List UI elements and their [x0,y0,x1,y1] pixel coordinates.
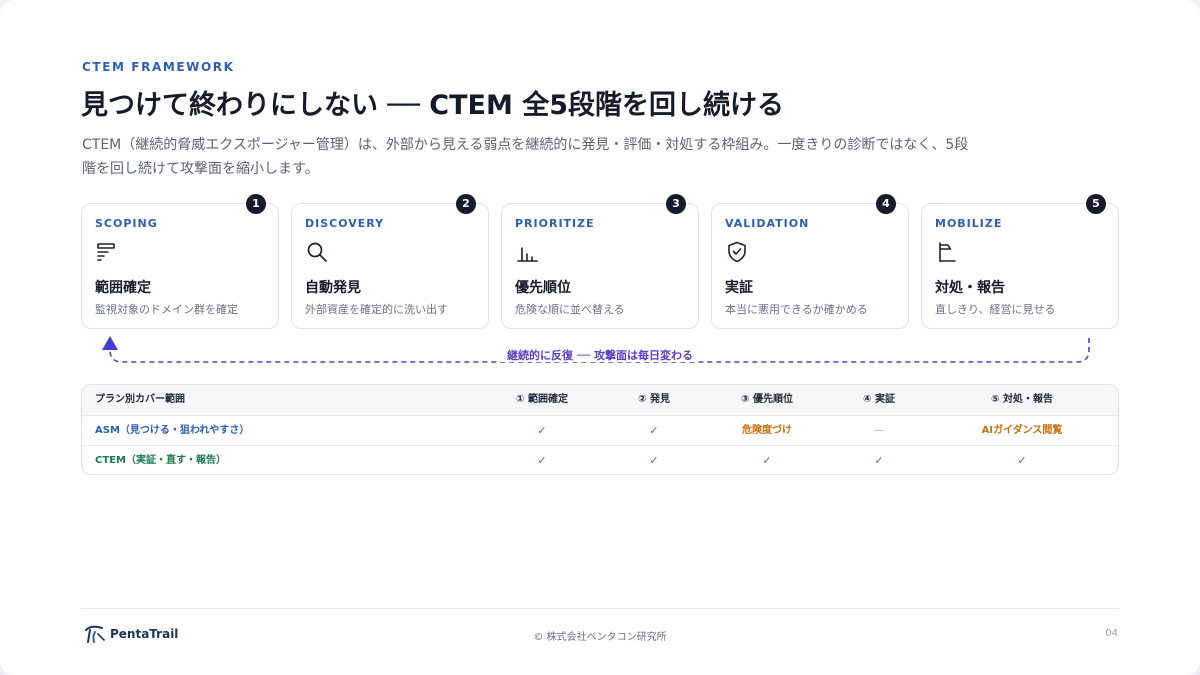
step-description: 危険な順に並べ替える [515,303,625,316]
table-cell: AIガイダンス閲覧 [981,425,1063,436]
plan-name-asm: ASM（見つける・狙われやすさ） [95,425,250,436]
step-number: 5 [1086,194,1106,214]
table-row: CTEM（実証・直す・報告） ✓ ✓ ✓ ✓ ✓ [82,445,1118,474]
plan-coverage-table: プラン別カバー範囲 ① 範囲確定 ② 発見 ③ 優先順位 ④ 実証 ⑤ 対処・報… [81,384,1119,475]
copyright: © 株式会社ペンタコン研究所 [533,632,667,643]
footer-divider [81,608,1119,609]
step-en-label: DISCOVERY [305,217,385,230]
shield-check-icon [728,241,746,263]
table-cell: ✓ [649,454,659,467]
table-header-row: プラン別カバー範囲 ① 範囲確定 ② 発見 ③ 優先順位 ④ 実証 ⑤ 対処・報… [82,385,1118,415]
list-icon [97,243,115,261]
step-number: 2 [456,194,476,214]
table-header-cell: ② 発見 [638,394,670,405]
step-description: 本当に悪用できるか確かめる [725,303,868,316]
table-cell: ✓ [762,454,772,467]
step-ja-label: 自動発見 [305,280,361,296]
eyebrow: CTEM FRAMEWORK [82,60,235,74]
step-card-mobilize: 5 MOBILIZE 対処・報告 直しきり、経営に見せる [921,194,1119,329]
step-number: 1 [246,194,266,214]
step-en-label: SCOPING [95,217,158,230]
table-header-cell: ① 範囲確定 [516,394,568,405]
step-card-validation: 4 VALIDATION 実証 本当に悪用できるか確かめる [711,194,909,329]
step-ja-label: 対処・報告 [935,280,1005,296]
table-cell: ✓ [537,424,547,437]
table-cell: ✓ [537,454,547,467]
step-en-label: PRIORITIZE [515,217,595,230]
step-number: 3 [666,194,686,214]
step-ja-label: 範囲確定 [95,280,151,296]
table-cell: ✓ [874,454,884,467]
table-row: ASM（見つける・狙われやすさ） ✓ ✓ 危険度づけ — AIガイダンス閲覧 [82,415,1118,445]
step-description: 監視対象のドメイン群を確定 [95,303,238,316]
table-cell: — [874,425,884,436]
step-en-label: MOBILIZE [935,217,1003,230]
table-header-cell: ⑤ 対処・報告 [991,394,1053,405]
step-en-label: VALIDATION [725,217,810,230]
table-cell: ✓ [1017,454,1027,467]
slide: CTEM FRAMEWORK 見つけて終わりにしない ── CTEM 全5段階を… [0,0,1200,675]
page-title: 見つけて終わりにしない ── CTEM 全5段階を回し続ける [81,90,785,121]
loop-label: 継続的に反復 ── 攻撃面は毎日変わる [0,347,1200,363]
step-number: 4 [876,194,896,214]
step-description: 外部資産を確定的に洗い出す [305,303,448,316]
bar-chart-icon [517,247,538,262]
step-ja-label: 実証 [725,280,753,296]
table-header-cell: プラン別カバー範囲 [95,394,185,405]
lead-paragraph: CTEM（継続的脅威エクスポージャー管理）は、外部から見える弱点を継続的に発見・… [82,137,969,177]
step-description: 直しきり、経営に見せる [935,303,1056,316]
search-icon [307,242,327,262]
table-cell: 危険度づけ [742,425,792,436]
step-card-prioritize: 3 PRIORITIZE 優先順位 危険な順に並べ替える [501,194,699,329]
table-cell: ✓ [649,424,659,437]
page-number: 04 [1105,628,1118,639]
table-header-cell: ③ 優先順位 [741,394,793,405]
step-card-discovery: 2 DISCOVERY 自動発見 外部資産を確定的に洗い出す [291,194,489,329]
ctem-steps: 1 SCOPING 範囲確定 監視対象のドメイン群を確定 2 DISCOVERY… [81,194,1119,329]
table-header-cell: ④ 実証 [863,394,895,405]
flag-icon [939,242,956,262]
plan-name-ctem: CTEM（実証・直す・報告） [95,455,226,466]
step-ja-label: 優先順位 [515,280,571,296]
step-card-scoping: 1 SCOPING 範囲確定 監視対象のドメイン群を確定 [81,194,279,329]
